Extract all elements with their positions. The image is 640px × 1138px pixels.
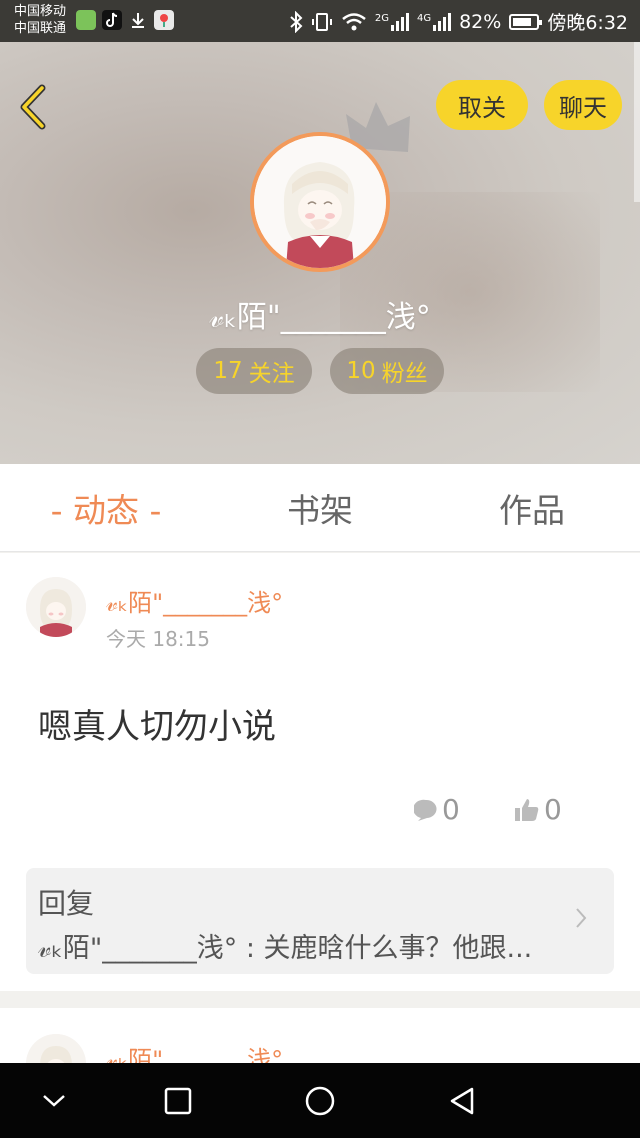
like-button[interactable]: 0: [514, 793, 562, 826]
tab-feed[interactable]: - 动态 -: [36, 464, 176, 552]
chevron-right-icon: [576, 908, 587, 928]
comment-count: 0: [442, 793, 460, 826]
reply-title: 回复: [38, 887, 95, 920]
post-author-name[interactable]: 𝓋ₖ陌"_______浅°: [106, 583, 283, 618]
profile-avatar[interactable]: [250, 132, 390, 272]
fans-label: 粉丝: [381, 361, 428, 387]
network-2g-label: 2G: [374, 12, 389, 24]
chat-button[interactable]: 聊天: [544, 80, 622, 130]
status-right: 2G 4G 82% 傍晚6:32: [289, 8, 628, 35]
fans-count-button[interactable]: 10 粉丝: [330, 348, 444, 394]
scrollbar[interactable]: [634, 42, 640, 202]
comment-button[interactable]: 0: [414, 793, 460, 826]
post-author-avatar[interactable]: [26, 1034, 86, 1064]
status-bar: 中国移动 中国联通 2G 4G 82% 傍晚6:32: [0, 0, 640, 42]
tiktok-icon: [102, 10, 122, 30]
back-icon: [20, 84, 46, 130]
bluetooth-icon: [290, 10, 303, 33]
post-content: 嗯真人切勿小说: [38, 707, 276, 747]
nav-home-button[interactable]: [300, 1081, 340, 1121]
nav-home-icon: [305, 1086, 335, 1116]
fans-count: 10: [346, 358, 376, 384]
post-author-avatar[interactable]: [26, 577, 86, 637]
feed-post-2: 𝓋ₖ陌"_______浅°: [0, 1008, 640, 1064]
post-timestamp: 今天 18:15: [106, 627, 210, 651]
following-count-button[interactable]: 17 关注: [196, 348, 312, 394]
following-label: 关注: [248, 361, 295, 387]
carrier-info: 中国移动 中国联通: [14, 3, 66, 37]
following-count: 17: [213, 358, 243, 384]
nav-collapse-icon: [43, 1095, 65, 1107]
reply-preview[interactable]: 回复 𝓋ₖ陌"_______浅° : 关鹿晗什么事？他跟...: [26, 868, 614, 974]
clock: 傍晚6:32: [547, 12, 628, 34]
profile-username: 𝓋ₖ陌"_______浅°: [209, 300, 431, 335]
post-author-name[interactable]: 𝓋ₖ陌"_______浅°: [106, 1040, 283, 1064]
nav-back-button[interactable]: [442, 1081, 482, 1121]
profile-avatar-wrap: [250, 102, 410, 272]
feed-post: 𝓋ₖ陌"_______浅° 今天 18:15 嗯真人切勿小说 0 0 回复 𝓋ₖ…: [0, 553, 640, 991]
thumbs-up-icon: [515, 798, 539, 821]
comment-icon: [414, 799, 437, 821]
nav-recents-button[interactable]: [158, 1081, 198, 1121]
download-icon: [128, 10, 148, 30]
vibrate-icon: [311, 12, 332, 31]
network-4g-label: 4G: [416, 12, 432, 24]
wifi-icon: [342, 12, 366, 30]
back-button[interactable]: [14, 82, 54, 132]
tab-works[interactable]: 作品: [462, 464, 602, 552]
system-nav-bar: [0, 1063, 640, 1138]
battery-percent: 82%: [459, 10, 502, 33]
nav-back-icon: [450, 1087, 474, 1115]
map-icon: [154, 10, 174, 30]
carrier-1: 中国移动: [14, 4, 67, 19]
signal-2g-icon: 2G: [374, 12, 409, 31]
signal-4g-icon: 4G: [416, 12, 452, 31]
tab-bookshelf[interactable]: 书架: [250, 464, 390, 552]
notification-icons: [76, 10, 174, 30]
nav-recents-icon: [164, 1087, 192, 1115]
reply-text: 𝓋ₖ陌"_______浅° : 关鹿晗什么事？他跟...: [38, 933, 533, 964]
unfollow-button[interactable]: 取关: [436, 80, 528, 130]
profile-tabs: - 动态 - 书架 作品: [0, 464, 640, 552]
nav-collapse-button[interactable]: [34, 1081, 74, 1121]
like-count: 0: [544, 793, 562, 826]
carrier-2: 中国联通: [14, 21, 67, 36]
profile-header: 取关 聊天 𝓋ₖ陌"_______浅° 17 关注 10 粉丝: [0, 42, 640, 464]
app-notification-icon: [76, 10, 96, 30]
battery-icon: [509, 13, 543, 30]
